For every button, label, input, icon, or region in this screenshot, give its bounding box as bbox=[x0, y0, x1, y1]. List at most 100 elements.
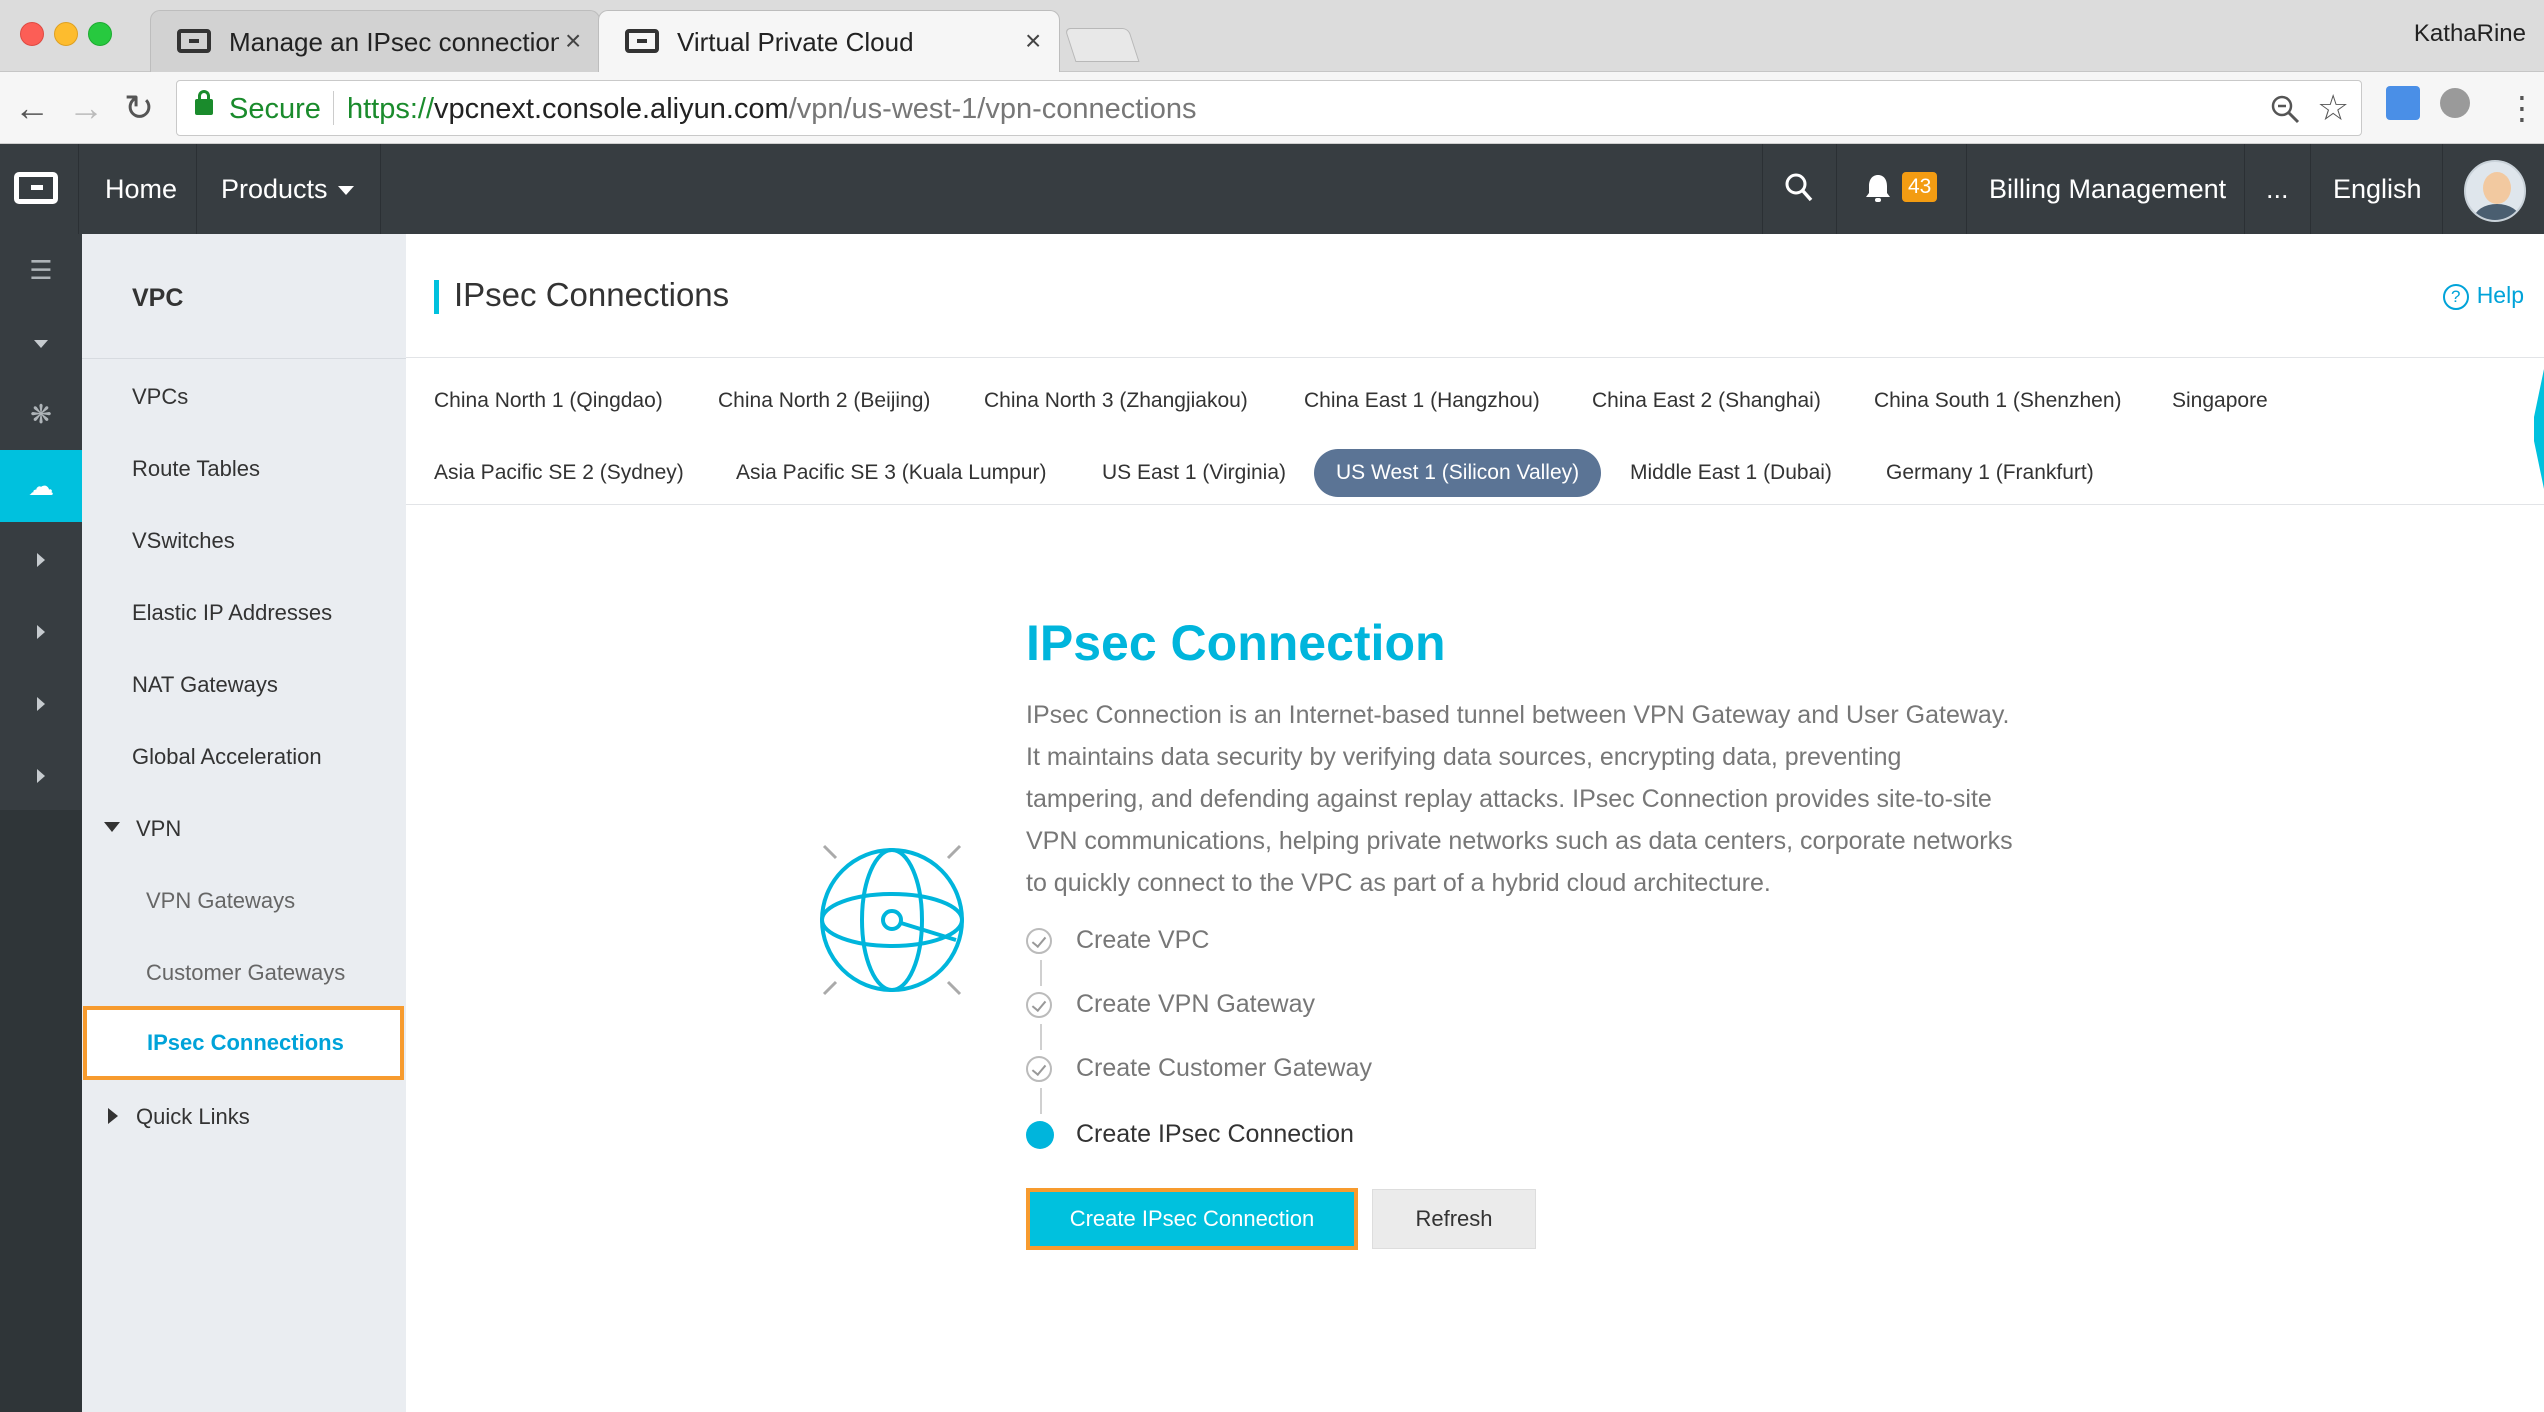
region-tab[interactable]: China South 1 (Shenzhen) bbox=[1874, 389, 2122, 413]
main-content: IPsec Connections ? Help China North 1 (Q… bbox=[406, 234, 2544, 1412]
region-tab[interactable]: China North 1 (Qingdao) bbox=[434, 389, 663, 413]
step-connector bbox=[1040, 1088, 1042, 1114]
step-connector bbox=[1040, 1024, 1042, 1050]
translate-icon[interactable] bbox=[2386, 86, 2420, 120]
region-tab[interactable]: Asia Pacific SE 2 (Sydney) bbox=[434, 461, 684, 485]
rail-expand[interactable] bbox=[0, 594, 82, 666]
step-label: Create IPsec Connection bbox=[1076, 1120, 1354, 1148]
zoom-icon[interactable] bbox=[2269, 93, 2301, 125]
search-icon[interactable] bbox=[1784, 172, 1814, 204]
region-tab[interactable]: US East 1 (Virginia) bbox=[1102, 461, 1286, 485]
browser-tab-bar: Manage an IPsec connection - × Virtual P… bbox=[0, 0, 2544, 73]
close-window-button[interactable] bbox=[20, 22, 44, 46]
page-title: IPsec Connections bbox=[454, 276, 730, 313]
nav-language[interactable]: English bbox=[2333, 174, 2422, 205]
sidebar-item-route-tables[interactable]: Route Tables bbox=[132, 456, 260, 482]
browser-tab-active[interactable]: Virtual Private Cloud × bbox=[598, 10, 1060, 73]
chevron-down-icon bbox=[337, 186, 354, 196]
secure-label: Secure bbox=[229, 93, 321, 125]
bell-icon[interactable] bbox=[1864, 172, 1892, 204]
nav-home[interactable]: Home bbox=[105, 174, 177, 205]
menu-dots-icon[interactable]: ⋮ bbox=[2506, 88, 2538, 128]
help-link[interactable]: ? Help bbox=[2442, 282, 2524, 310]
reload-icon[interactable]: ↻ bbox=[124, 88, 154, 128]
refresh-button[interactable]: Refresh bbox=[1372, 1189, 1536, 1249]
region-tab[interactable]: Middle East 1 (Dubai) bbox=[1630, 461, 1832, 485]
chevron-right-icon bbox=[37, 625, 45, 640]
region-tab[interactable]: China North 2 (Beijing) bbox=[718, 389, 930, 413]
region-tab[interactable]: Germany 1 (Frankfurt) bbox=[1886, 461, 2094, 485]
url-separator bbox=[333, 91, 334, 125]
nav-divider bbox=[1966, 144, 1967, 234]
current-step-dot-icon bbox=[1026, 1121, 1054, 1149]
step-label: Create VPN Gateway bbox=[1076, 990, 1315, 1018]
nav-divider bbox=[2244, 144, 2245, 234]
caret-right-icon bbox=[108, 1108, 118, 1124]
close-tab-icon[interactable]: × bbox=[1025, 25, 1041, 57]
rail-expand[interactable] bbox=[0, 522, 82, 594]
nav-divider bbox=[1762, 144, 1763, 234]
sidebar-item-vpcs[interactable]: VPCs bbox=[132, 384, 188, 410]
sidebar-divider bbox=[82, 358, 406, 359]
nav-more[interactable]: ... bbox=[2266, 174, 2289, 205]
sidebar-item-elastic-ip[interactable]: Elastic IP Addresses bbox=[132, 600, 332, 626]
browser-tab-inactive[interactable]: Manage an IPsec connection - × bbox=[150, 10, 600, 72]
back-arrow-icon[interactable]: ← bbox=[14, 88, 50, 128]
tab-title: Manage an IPsec connection - bbox=[229, 27, 559, 57]
aliyun-logo-icon[interactable] bbox=[14, 172, 58, 204]
sidebar-item-global-acceleration[interactable]: Global Acceleration bbox=[132, 744, 322, 770]
forward-arrow-icon[interactable]: → bbox=[68, 88, 104, 128]
sidebar-item-customer-gateways[interactable]: Customer Gateways bbox=[146, 960, 345, 986]
browser-profile-name[interactable]: KathaRine bbox=[2414, 20, 2526, 48]
url-bar[interactable]: Secure https://vpcnext.console.aliyun.co… bbox=[176, 80, 2362, 136]
nav-billing[interactable]: Billing Management bbox=[1989, 174, 2226, 205]
lock-icon bbox=[195, 90, 213, 115]
sidebar-item-vpn-gateways[interactable]: VPN Gateways bbox=[146, 888, 295, 914]
avatar[interactable] bbox=[2464, 160, 2526, 222]
intro-description: IPsec Connection is an Internet-based tu… bbox=[1026, 701, 2013, 897]
sidebar-item-label: IPsec Connections bbox=[147, 1030, 344, 1055]
region-selector: China North 1 (Qingdao) China North 2 (B… bbox=[406, 359, 2544, 505]
help-icon: ? bbox=[2442, 283, 2469, 310]
url-text[interactable]: https://vpcnext.console.aliyun.com/vpn/u… bbox=[347, 93, 1197, 126]
url-scheme: https:// bbox=[347, 93, 435, 125]
rail-collapse[interactable] bbox=[0, 306, 82, 378]
step-connector bbox=[1040, 960, 1042, 986]
aliyun-logo-icon bbox=[625, 29, 659, 53]
region-tab[interactable]: China North 3 (Zhangjiakou) bbox=[984, 389, 1248, 413]
check-circle-icon bbox=[1026, 1056, 1052, 1082]
url-path: /vpn/us-west-1/vpn-connections bbox=[788, 93, 1197, 125]
tab-title: Virtual Private Cloud bbox=[677, 27, 914, 57]
check-circle-icon bbox=[1026, 992, 1052, 1018]
nav-products[interactable]: Products bbox=[221, 174, 354, 205]
cloud-icon[interactable]: ☁ bbox=[0, 450, 82, 522]
maximize-window-button[interactable] bbox=[88, 22, 112, 46]
new-tab-button[interactable] bbox=[1064, 28, 1140, 62]
region-tab-selected[interactable]: US West 1 (Silicon Valley) bbox=[1314, 449, 1602, 497]
star-icon[interactable]: ☆ bbox=[2317, 87, 2349, 129]
close-tab-icon[interactable]: × bbox=[565, 25, 581, 57]
sidebar-group-quick-links[interactable]: Quick Links bbox=[136, 1104, 250, 1130]
chevron-down-icon bbox=[34, 340, 48, 349]
sidebar-group-vpn[interactable]: VPN bbox=[136, 816, 181, 842]
address-toolbar: ← → ↻ Secure https://vpcnext.console.ali… bbox=[0, 72, 2544, 144]
region-tab[interactable]: China East 2 (Shanghai) bbox=[1592, 389, 1821, 413]
notification-badge[interactable]: 43 bbox=[1902, 172, 1938, 202]
rail-expand[interactable] bbox=[0, 738, 82, 810]
network-icon[interactable]: ❋ bbox=[0, 378, 82, 450]
region-tab[interactable]: Singapore bbox=[2172, 389, 2268, 413]
nav-divider bbox=[2310, 144, 2311, 234]
region-tab[interactable]: Asia Pacific SE 3 (Kuala Lumpur) bbox=[736, 461, 1046, 485]
create-ipsec-connection-button[interactable]: Create IPsec Connection bbox=[1026, 1188, 1358, 1250]
region-tab[interactable]: China East 1 (Hangzhou) bbox=[1304, 389, 1540, 413]
rail-expand[interactable] bbox=[0, 666, 82, 738]
menu-icon[interactable]: ☰ bbox=[0, 234, 82, 306]
nav-divider bbox=[380, 144, 381, 234]
extension-icon[interactable] bbox=[2440, 88, 2470, 118]
chevron-right-icon bbox=[37, 769, 45, 784]
minimize-window-button[interactable] bbox=[54, 22, 78, 46]
sidebar-item-vswitches[interactable]: VSwitches bbox=[132, 528, 235, 554]
sidebar-item-nat-gateways[interactable]: NAT Gateways bbox=[132, 672, 278, 698]
step-label: Create VPC bbox=[1076, 926, 1210, 954]
sidebar-item-ipsec-connections[interactable]: IPsec Connections bbox=[83, 1006, 404, 1080]
